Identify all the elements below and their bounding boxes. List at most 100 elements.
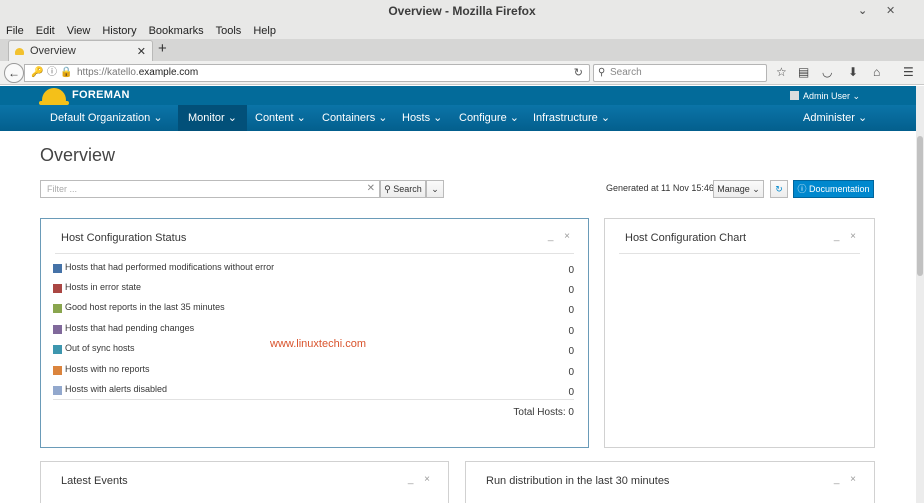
foreman-favicon-icon: [15, 47, 24, 55]
scrollbar-thumb[interactable]: [917, 136, 923, 276]
watermark-text: www.linuxtechi.com: [270, 338, 366, 350]
menu-tools[interactable]: Tools: [216, 25, 242, 37]
status-label[interactable]: Hosts that had performed modifications w…: [65, 262, 274, 272]
menu-history[interactable]: History: [102, 25, 136, 37]
status-count[interactable]: 0: [568, 265, 574, 276]
legend-swatch: [53, 386, 62, 395]
search-icon: ⚲: [384, 184, 391, 194]
hamburger-menu-icon[interactable]: ☰: [903, 65, 914, 79]
status-label[interactable]: Hosts in error state: [65, 282, 141, 292]
documentation-button[interactable]: ⓘ Documentation: [793, 180, 874, 198]
user-menu[interactable]: Admin User ⌄: [789, 91, 860, 102]
search-bar[interactable]: ⚲ Search: [593, 64, 767, 82]
search-button-label: Search: [393, 184, 422, 194]
legend-swatch: [53, 325, 62, 334]
nav-infrastructure[interactable]: Infrastructure ⌄: [533, 105, 610, 131]
status-label[interactable]: Hosts with alerts disabled: [65, 384, 167, 394]
search-bookmarks-dropdown[interactable]: ⌄: [426, 180, 444, 198]
question-circle-icon: ⓘ: [797, 184, 807, 194]
manage-button[interactable]: Manage ⌄: [713, 180, 764, 198]
widget-title: Host Configuration Status: [61, 232, 187, 244]
menu-file[interactable]: File: [6, 25, 24, 37]
nav-administer[interactable]: Administer ⌄: [803, 105, 867, 131]
widget-controls[interactable]: _ ×: [834, 231, 860, 242]
filter-input[interactable]: Filter ... ✕: [40, 180, 380, 198]
reading-list-icon[interactable]: ▤: [798, 65, 809, 79]
host-config-status-widget[interactable]: Host Configuration Status _ × Hosts that…: [40, 218, 589, 448]
status-count[interactable]: 0: [568, 305, 574, 316]
status-count[interactable]: 0: [568, 387, 574, 398]
divider: [53, 399, 574, 400]
search-placeholder: Search: [610, 67, 642, 78]
tab-close-icon[interactable]: ✕: [137, 45, 146, 58]
host-config-chart-widget[interactable]: Host Configuration Chart _ ×: [604, 218, 875, 448]
nav-content[interactable]: Content ⌄: [255, 105, 306, 131]
reload-icon[interactable]: ↻: [574, 65, 583, 81]
divider: [619, 253, 860, 254]
tab-overview[interactable]: Overview ✕: [8, 40, 153, 61]
status-count[interactable]: 0: [568, 326, 574, 337]
widget-title: Run distribution in the last 30 minutes: [486, 475, 670, 487]
window-title-bar: Overview - Mozilla Firefox ⌄ ✕: [0, 0, 924, 22]
back-button[interactable]: ←: [4, 63, 24, 83]
status-row[interactable]: Hosts that had performed modifications w…: [53, 260, 574, 276]
page-scrollbar[interactable]: [916, 86, 924, 503]
download-icon[interactable]: ⬇: [848, 65, 858, 79]
search-button[interactable]: ⚲ Search: [380, 180, 426, 198]
status-label[interactable]: Good host reports in the last 35 minutes: [65, 302, 225, 312]
new-tab-button[interactable]: +: [158, 40, 167, 57]
menu-edit[interactable]: Edit: [36, 25, 55, 37]
status-label[interactable]: Hosts with no reports: [65, 364, 150, 374]
identity-icon[interactable]: 🔑: [31, 65, 43, 81]
nav-containers[interactable]: Containers ⌄: [322, 105, 387, 131]
info-icon[interactable]: ⓘ: [47, 65, 57, 81]
menu-bar: File Edit View History Bookmarks Tools H…: [0, 22, 924, 39]
home-icon[interactable]: ⌂: [873, 65, 880, 79]
widget-controls[interactable]: _ ×: [548, 231, 574, 242]
brand-name[interactable]: FOREMAN: [72, 89, 130, 101]
run-distribution-widget[interactable]: Run distribution in the last 30 minutes …: [465, 461, 875, 503]
refresh-button[interactable]: ↻: [770, 180, 788, 198]
status-count[interactable]: 0: [568, 285, 574, 296]
status-row[interactable]: Good host reports in the last 35 minutes…: [53, 300, 574, 316]
close-window-icon[interactable]: ✕: [886, 0, 895, 22]
menu-help[interactable]: Help: [253, 25, 276, 37]
lock-warning-icon[interactable]: 🔒: [60, 65, 72, 81]
pocket-icon[interactable]: ◡: [822, 65, 832, 79]
refresh-icon: ↻: [775, 184, 783, 194]
nav-hosts[interactable]: Hosts ⌄: [402, 105, 442, 131]
user-name: Admin User ⌄: [802, 91, 860, 101]
legend-swatch: [53, 284, 62, 293]
legend-swatch: [53, 304, 62, 313]
tab-strip: Overview ✕ +: [0, 39, 924, 61]
status-count[interactable]: 0: [568, 367, 574, 378]
status-label[interactable]: Out of sync hosts: [65, 343, 135, 353]
status-row[interactable]: Hosts with alerts disabled 0: [53, 382, 574, 398]
filter-placeholder: Filter ...: [47, 184, 78, 194]
url-host: example.com: [138, 67, 199, 78]
clear-filter-icon[interactable]: ✕: [367, 181, 375, 197]
nav-organization[interactable]: Default Organization ⌄: [50, 105, 163, 131]
foreman-helmet-logo-icon[interactable]: [39, 88, 69, 105]
status-label[interactable]: Hosts that had pending changes: [65, 323, 194, 333]
widget-controls[interactable]: _ ×: [834, 474, 860, 485]
chevron-down-icon: ⌄: [431, 184, 439, 194]
menu-bookmarks[interactable]: Bookmarks: [149, 25, 204, 37]
nav-configure[interactable]: Configure ⌄: [459, 105, 519, 131]
status-row[interactable]: Hosts in error state 0: [53, 280, 574, 296]
bookmark-star-icon[interactable]: ☆: [776, 65, 787, 79]
menu-view[interactable]: View: [67, 25, 91, 37]
url-bar[interactable]: 🔑 ⓘ 🔒 https://katello.example.com ↻: [24, 64, 590, 82]
status-row[interactable]: Hosts with no reports 0: [53, 362, 574, 378]
nav-monitor[interactable]: Monitor ⌄: [178, 105, 247, 131]
minimize-icon[interactable]: ⌄: [858, 0, 867, 22]
tab-title: Overview: [30, 45, 76, 57]
legend-swatch: [53, 366, 62, 375]
latest-events-widget[interactable]: Latest Events _ ×: [40, 461, 449, 503]
status-row[interactable]: Hosts that had pending changes 0: [53, 321, 574, 337]
total-hosts: Total Hosts: 0: [513, 407, 574, 418]
foreman-header: FOREMAN Admin User ⌄: [0, 86, 916, 105]
widget-title: Host Configuration Chart: [625, 232, 747, 244]
status-count[interactable]: 0: [568, 346, 574, 357]
widget-controls[interactable]: _ ×: [408, 474, 434, 485]
